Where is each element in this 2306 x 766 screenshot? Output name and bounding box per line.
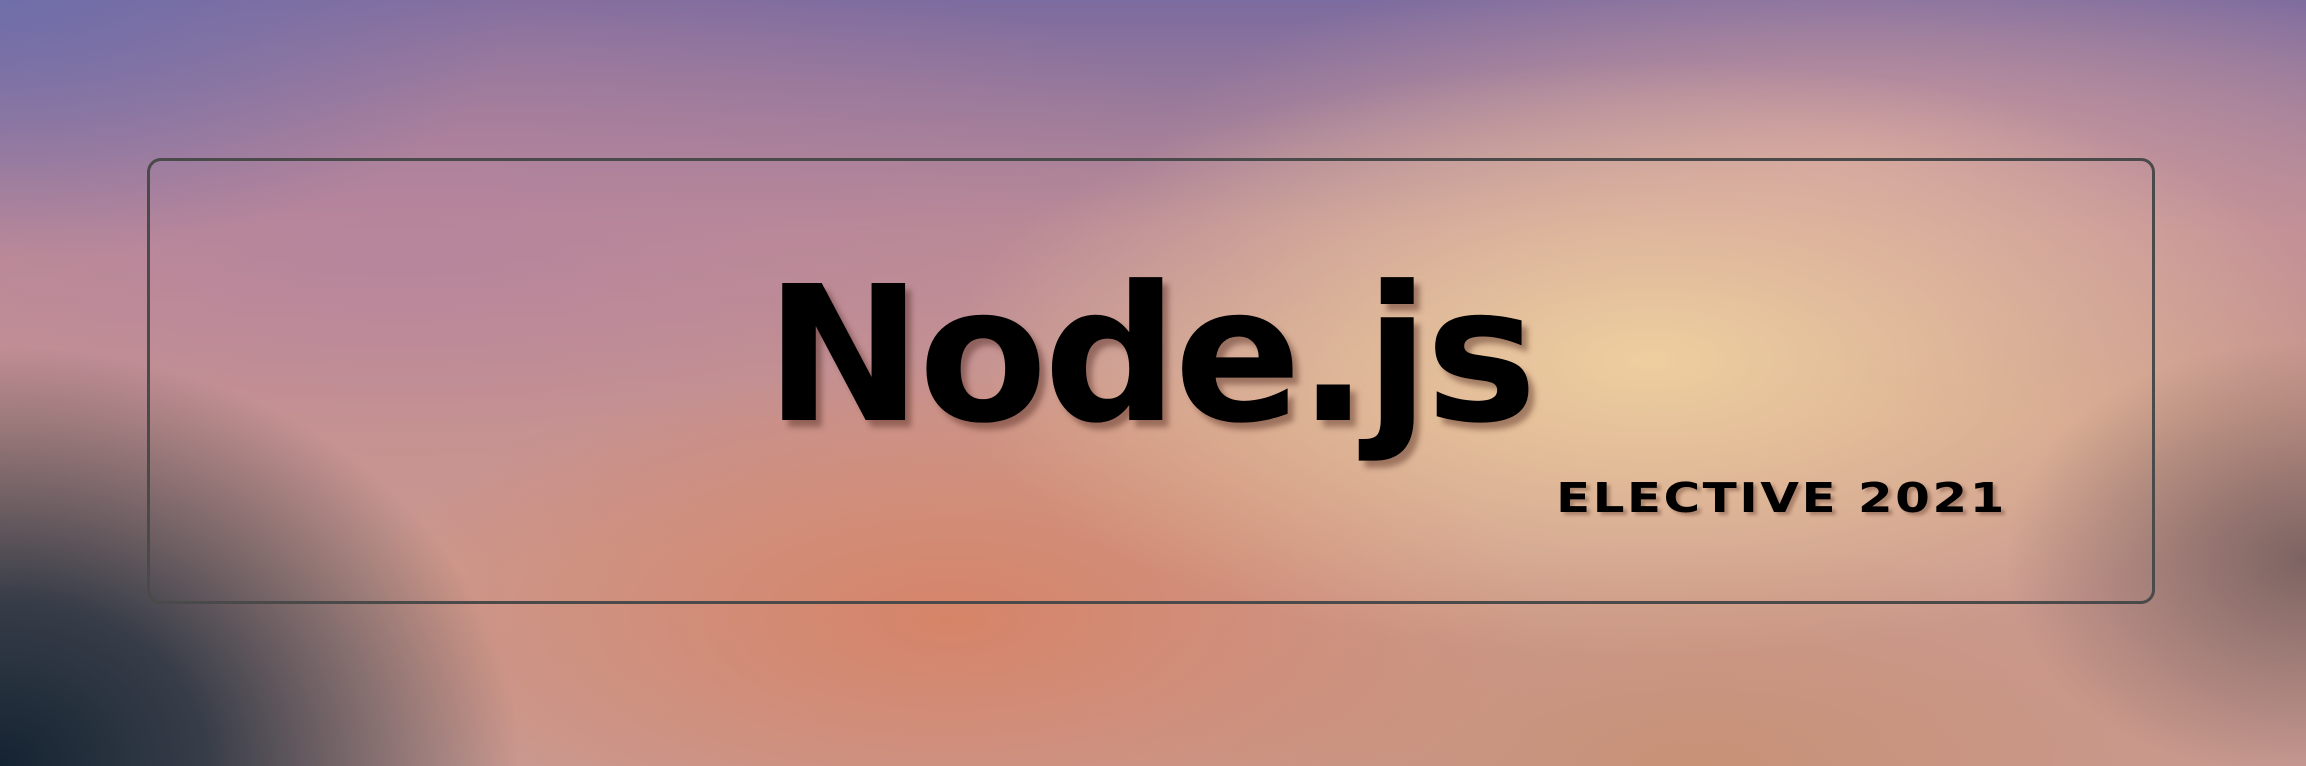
banner-subtitle: ELECTIVE 2021: [1556, 474, 2007, 522]
banner-title: Node.js: [765, 246, 1537, 465]
banner: Node.js ELECTIVE 2021: [0, 0, 2306, 766]
